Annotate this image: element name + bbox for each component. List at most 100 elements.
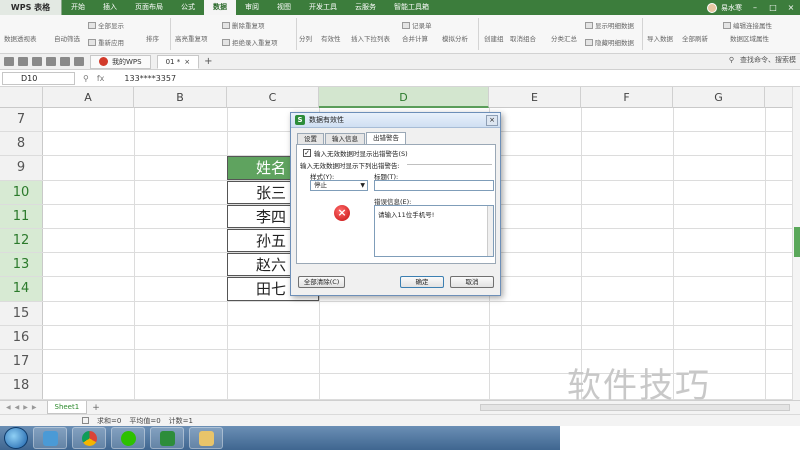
menu-review[interactable]: 审阅 (236, 0, 268, 15)
column-header-b[interactable]: B (134, 87, 227, 108)
menu-developer[interactable]: 开发工具 (300, 0, 346, 15)
ribbon-autofilter[interactable]: 自动筛选 (54, 33, 80, 43)
menu-data[interactable]: 数据 (204, 0, 236, 15)
row-header[interactable]: 9 (0, 156, 43, 180)
ribbon-consolidate[interactable]: 合并计算 (402, 33, 428, 43)
ribbon-sort[interactable]: 排序 (146, 33, 159, 43)
style-select[interactable]: 停止 ▼ (310, 180, 368, 191)
column-header-c[interactable]: C (227, 87, 319, 108)
tab-error-alert[interactable]: 出错警告 (366, 132, 406, 144)
error-message-input[interactable]: 请输入11位手机号! (374, 205, 494, 257)
taskbar-wps[interactable] (150, 427, 184, 449)
add-sheet-button[interactable]: + (92, 403, 100, 413)
show-error-checkbox[interactable]: ✓ (303, 149, 311, 157)
clear-all-button[interactable]: 全部清除(C) (298, 276, 345, 288)
taskbar-app[interactable] (33, 427, 67, 449)
column-header-f[interactable]: F (581, 87, 673, 108)
ribbon-hide-detail[interactable]: 隐藏明细数据 (585, 37, 634, 47)
ribbon-refresh-all[interactable]: 全部刷新 (682, 33, 708, 43)
ribbon-reject-duplicates[interactable]: 拒绝录入重复项 (222, 37, 278, 47)
open-icon[interactable] (4, 57, 14, 66)
row-header[interactable]: 14 (0, 277, 43, 301)
close-tab-icon[interactable]: × (184, 58, 190, 66)
menu-view[interactable]: 视图 (268, 0, 300, 15)
zoom-icon[interactable]: ⚲ (83, 74, 89, 83)
sheet-nav-arrows[interactable]: ◀ ◀ ▶ ▶ (6, 404, 37, 411)
menu-home[interactable]: 开始 (62, 0, 94, 15)
row-header[interactable]: 7 (0, 108, 43, 132)
sheet-tab[interactable]: Sheet1 (46, 401, 88, 414)
divider (407, 164, 492, 165)
menu-smart-tools[interactable]: 智能工具箱 (385, 0, 438, 15)
column-header-e[interactable]: E (489, 87, 581, 108)
formula-input[interactable]: 133****3357 (124, 74, 176, 83)
ribbon-pivot-table[interactable]: 数据透视表 (4, 33, 37, 43)
row-header[interactable]: 17 (0, 350, 43, 374)
tab-settings[interactable]: 设置 (297, 133, 324, 144)
row-header[interactable]: 13 (0, 253, 43, 277)
fx-icon[interactable]: fx (97, 74, 105, 83)
row-header[interactable]: 11 (0, 204, 43, 228)
new-tab-button[interactable]: + (204, 56, 212, 67)
column-header-d[interactable]: D (319, 87, 489, 108)
menu-formula[interactable]: 公式 (172, 0, 204, 15)
print-icon[interactable] (32, 57, 42, 66)
ribbon-insert-dropdown[interactable]: 插入下拉列表 (351, 33, 390, 43)
ribbon-show-all[interactable]: 全部显示 (88, 20, 124, 30)
menu-cloud[interactable]: 云服务 (346, 0, 385, 15)
ribbon-create-group[interactable]: 创建组 (484, 33, 504, 43)
delete-duplicates-icon (222, 21, 230, 29)
ribbon-split-column[interactable]: 分列 (299, 33, 312, 43)
taskbar-wechat[interactable] (111, 427, 145, 449)
column-header-g[interactable]: G (673, 87, 765, 108)
show-error-checkbox-row[interactable]: ✓ 输入无效数据时显示出错警告(S) (303, 148, 408, 158)
minimize-icon[interactable]: – (746, 0, 764, 15)
tab-my-wps[interactable]: 我的WPS (90, 54, 151, 69)
ok-button[interactable]: 确定 (400, 276, 444, 288)
ribbon-what-if[interactable]: 模拟分析 (442, 33, 468, 43)
row-header[interactable]: 10 (0, 180, 43, 204)
ribbon-edit-connection[interactable]: 编辑连接属性 (723, 20, 772, 30)
cancel-button[interactable]: 取消 (450, 276, 494, 288)
folder-icon (198, 430, 214, 446)
ribbon-record-form[interactable]: 记录单 (402, 20, 432, 30)
select-all-corner[interactable] (0, 87, 43, 108)
name-box[interactable]: D10 (2, 71, 75, 85)
ribbon-show-detail[interactable]: 显示明细数据 (585, 20, 634, 30)
start-button[interactable] (4, 427, 28, 449)
undo-icon[interactable] (60, 57, 70, 66)
menu-page-layout[interactable]: 页面布局 (126, 0, 172, 15)
tab-input-message[interactable]: 输入信息 (325, 133, 365, 144)
tab-document[interactable]: 01 * × (156, 54, 200, 69)
taskbar-chrome[interactable] (72, 427, 106, 449)
redo-icon[interactable] (74, 57, 84, 66)
row-header[interactable]: 12 (0, 229, 43, 253)
maximize-icon[interactable]: □ (764, 0, 782, 15)
ribbon-validation[interactable]: 有效性 (321, 33, 341, 43)
ribbon-highlight-duplicates[interactable]: 高亮重复项 (175, 33, 208, 43)
taskbar-explorer[interactable] (189, 427, 223, 449)
row-header[interactable]: 8 (0, 132, 43, 156)
textarea-scrollbar[interactable] (487, 206, 493, 256)
vertical-scrollbar[interactable] (792, 87, 800, 400)
save-icon[interactable] (18, 57, 28, 66)
scroll-thumb[interactable] (794, 227, 800, 257)
ribbon-subtotal[interactable]: 分类汇总 (551, 33, 577, 43)
ribbon-import-data[interactable]: 导入数据 (647, 33, 673, 43)
ribbon-range-properties[interactable]: 数据区域属性 (730, 33, 769, 43)
command-search[interactable]: ⚲ 查找命令、搜索模 (729, 55, 796, 65)
row-header[interactable]: 16 (0, 325, 43, 349)
menu-insert[interactable]: 插入 (94, 0, 126, 15)
wps-app-button[interactable]: WPS 表格 (0, 0, 62, 15)
ribbon-reapply[interactable]: 重新应用 (88, 37, 124, 47)
close-icon[interactable]: × (782, 0, 800, 15)
column-header-a[interactable]: A (43, 87, 134, 108)
title-input[interactable] (374, 180, 494, 191)
ribbon-ungroup[interactable]: 取消组合 (510, 33, 536, 43)
preview-icon[interactable] (46, 57, 56, 66)
dialog-close-icon[interactable]: × (486, 115, 498, 126)
ribbon-remove-duplicates[interactable]: 删除重复项 (222, 20, 265, 30)
row-header[interactable]: 18 (0, 374, 43, 399)
row-header[interactable]: 15 (0, 301, 43, 325)
user-area[interactable]: 易水寒 (707, 0, 742, 15)
